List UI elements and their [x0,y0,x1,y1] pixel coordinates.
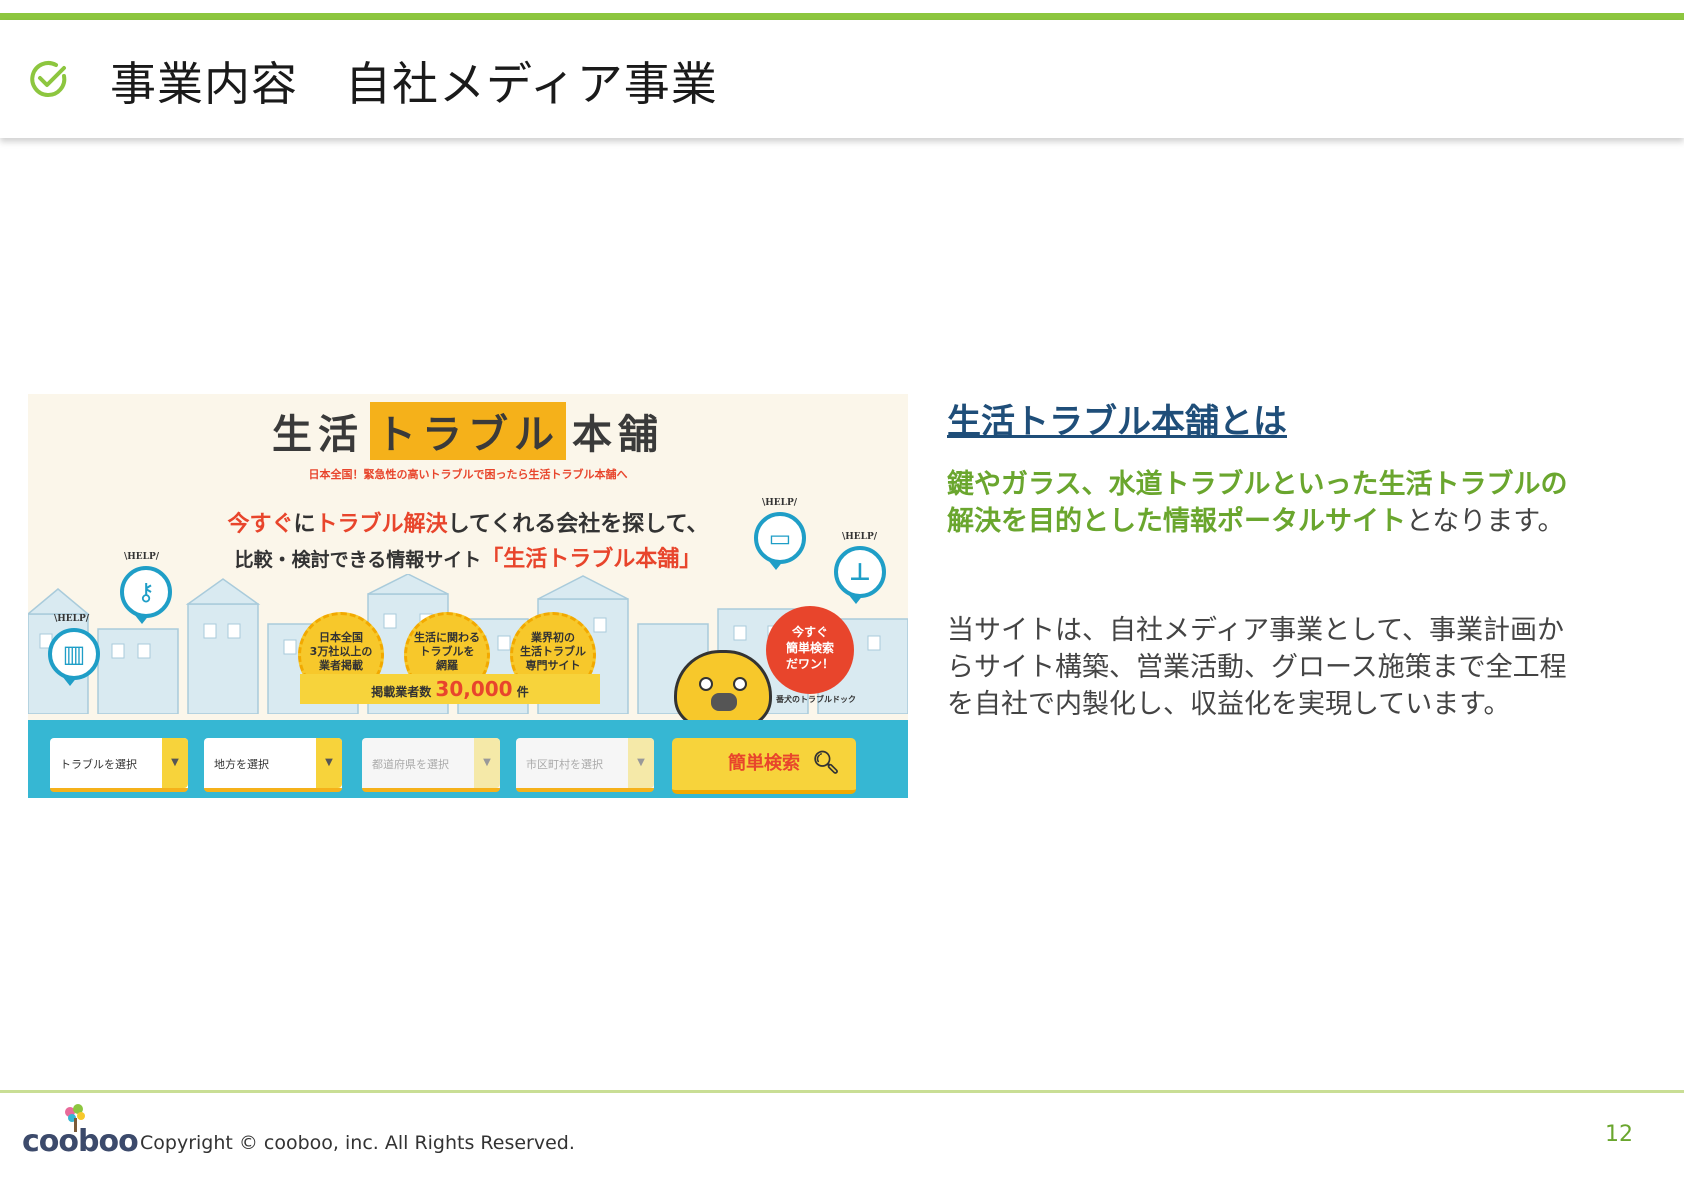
medal-text: 3万社以上の [309,645,373,658]
medal-text: 業界初の [531,631,575,644]
site-logo: 生活 トラブル 本舗 [28,402,908,462]
mascot-label: 番犬のトラブルドック [776,695,856,704]
mascot-eye [699,677,713,691]
ribbon-label: 掲載業者数 [371,685,432,699]
faucet-icon: ⊥ [849,558,871,586]
copyright-text: Copyright © cooboo, inc. All Rights Rese… [140,1132,575,1154]
dropdown-arrow-icon: ▼ [628,738,654,788]
count-ribbon: 掲載業者数 30,000 件 [300,674,600,704]
mascot-eye [733,677,747,691]
medal-text: 網羅 [436,659,458,672]
help-label: \HELP/ [842,532,878,542]
promo-text: 簡単検索 [785,641,834,655]
mascot-nose [711,693,737,711]
logo-part-1: 生活 [272,411,364,458]
check-circle-icon [30,61,67,97]
top-accent-bar [0,13,1684,20]
computer-icon: ▭ [768,524,792,552]
about-description-2: 当サイトは、自社メディア事業として、事業計画からサイト構築、営業活動、グロース施… [947,615,1567,720]
search-icon: 🔍︎ [812,751,840,776]
dropdown-arrow-icon: ▼ [474,738,500,788]
lead-red-3: 「生活トラブル本舗」 [481,547,702,572]
description-rest: となります。 [1406,506,1565,537]
medal-text: 生活トラブル [520,645,586,658]
site-screenshot: 生活 トラブル 本舗 日本全国！緊急性の高いトラブルで困ったら生活トラブル本舗へ 今… [28,394,908,798]
key-icon: ⚷ [137,578,155,606]
site-tagline: 日本全国！緊急性の高いトラブルで困ったら生活トラブル本舗へ [308,468,628,481]
logo-part-3: 本舗 [572,411,664,458]
company-logo: cooboo [22,1124,139,1159]
page-number: 12 [1605,1122,1633,1147]
promo-text: 今すぐ [791,625,828,639]
page-title: 事業内容 自社メディア事業 [110,57,718,111]
city-select[interactable]: 市区町村を選択 ▼ [516,738,654,792]
about-heading: 生活トラブル本舗とは [947,402,1287,442]
lead-text-2: 比較・検討できる情報サイト [234,549,482,571]
logo-part-2: トラブル [370,402,566,460]
faucet-bubble: ⊥ [834,546,886,604]
select-label: 市区町村を選択 [526,758,603,771]
key-bubble: ⚷ [120,566,172,624]
select-label: 都道府県を選択 [372,758,449,771]
ribbon-unit: 件 [516,685,529,699]
ribbon-number: 30,000 [435,677,513,701]
mascot-dog-illustration [674,650,772,728]
site-search-bar: トラブルを選択 ▼ 地方を選択 ▼ 都道府県を選択 ▼ 市区町村を選択 ▼ 簡単… [28,720,908,798]
medal-text: 専門サイト [525,659,581,672]
medal-text: 日本全国 [319,631,363,644]
dropdown-arrow-icon: ▼ [316,738,342,788]
quick-search-button[interactable]: 簡単検索 🔍︎ [672,738,856,794]
region-select[interactable]: 地方を選択 ▼ [204,738,342,792]
help-label: \HELP/ [54,614,90,624]
about-description-1: 鍵やガラス、水道トラブルといった生活トラブルの解決を目的とした情報ポータルサイト… [947,466,1587,540]
lead-mid-1: に [293,512,316,537]
select-label: 地方を選択 [214,758,269,771]
pc-bubble: ▭ [754,512,806,570]
search-button-label: 簡単検索 [728,753,800,774]
medal-text: トラブルを [419,645,475,658]
help-label: \HELP/ [762,498,798,508]
help-label: \HELP/ [124,552,160,562]
lead-rest-1: してくれる会社を探して、 [447,512,709,537]
select-label: トラブルを選択 [60,758,137,771]
medal-text: 生活に関わる [414,631,480,644]
medal-text: 業者掲載 [319,659,363,672]
lead-red-2: トラブル解決 [315,512,448,537]
window-bubble: ▥ [48,628,100,686]
dropdown-arrow-icon: ▼ [162,738,188,788]
promo-badge: 今すぐ 簡単検索 だワン！ [766,606,854,694]
footer-divider [0,1090,1684,1093]
lead-red-1: 今すぐ [227,512,294,537]
window-icon: ▥ [62,640,86,668]
promo-text: だワン！ [785,657,834,671]
prefecture-select[interactable]: 都道府県を選択 ▼ [362,738,500,792]
trouble-select[interactable]: トラブルを選択 ▼ [50,738,188,792]
